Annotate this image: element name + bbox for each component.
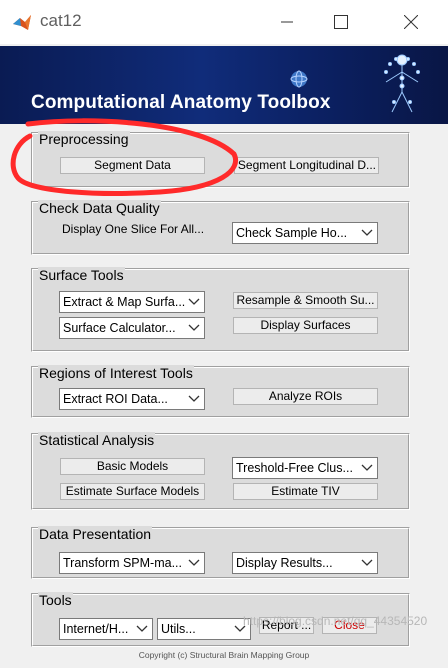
chevron-down-icon bbox=[184, 553, 204, 573]
panel-title-roi: Regions of Interest Tools bbox=[38, 365, 194, 381]
close-icon bbox=[404, 15, 418, 29]
basic-models-button[interactable]: Basic Models bbox=[60, 458, 205, 475]
transform-spm-value: Transform SPM-ma... bbox=[63, 556, 182, 570]
chevron-down-icon bbox=[184, 292, 204, 312]
minimize-icon bbox=[281, 21, 293, 23]
brain-figure-logo bbox=[384, 54, 420, 113]
display-results-dropdown[interactable]: Display Results... bbox=[232, 552, 378, 574]
chevron-down-icon bbox=[132, 619, 152, 639]
close-window-button[interactable] bbox=[388, 0, 434, 44]
internet-help-value: Internet/H... bbox=[63, 622, 129, 636]
panel-roi-tools: Regions of Interest Tools Extract ROI Da… bbox=[31, 365, 410, 418]
chevron-down-icon bbox=[357, 553, 377, 573]
chevron-down-icon bbox=[357, 223, 377, 243]
transform-spm-dropdown[interactable]: Transform SPM-ma... bbox=[59, 552, 205, 574]
panel-statistical-analysis: Statistical Analysis Basic Models Tresho… bbox=[31, 432, 410, 510]
utils-value: Utils... bbox=[161, 622, 196, 636]
chevron-down-icon bbox=[357, 458, 377, 478]
extract-map-dropdown[interactable]: Extract & Map Surfa... bbox=[59, 291, 205, 313]
surface-calculator-dropdown[interactable]: Surface Calculator... bbox=[59, 317, 205, 339]
tfce-value: Treshold-Free Clus... bbox=[236, 461, 353, 475]
globe-icon bbox=[290, 70, 308, 88]
chevron-down-icon bbox=[184, 389, 204, 409]
check-sample-dropdown[interactable]: Check Sample Ho... bbox=[232, 222, 378, 244]
utils-dropdown[interactable]: Utils... bbox=[157, 618, 251, 640]
copyright-text: Copyright (c) Structural Brain Mapping G… bbox=[138, 650, 310, 660]
banner-title: Computational Anatomy Toolbox bbox=[31, 92, 331, 113]
panel-surface-tools: Surface Tools Extract & Map Surfa... Res… bbox=[31, 267, 410, 352]
display-one-slice-button[interactable]: Display One Slice For All... bbox=[60, 221, 205, 238]
title-bar: cat12 bbox=[0, 0, 448, 44]
maximize-button[interactable] bbox=[318, 0, 364, 44]
panel-data-presentation: Data Presentation Transform SPM-ma... Di… bbox=[31, 526, 410, 579]
segment-longitudinal-button[interactable]: Segment Longitudinal D... bbox=[234, 157, 379, 174]
window-title: cat12 bbox=[40, 11, 82, 30]
chevron-down-icon bbox=[184, 318, 204, 338]
estimate-tiv-button[interactable]: Estimate TIV bbox=[233, 483, 378, 500]
extract-map-value: Extract & Map Surfa... bbox=[63, 295, 186, 309]
surface-calculator-value: Surface Calculator... bbox=[63, 321, 176, 335]
header-banner: Computational Anatomy Toolbox bbox=[0, 46, 448, 124]
panel-title-tools: Tools bbox=[38, 592, 73, 608]
extract-roi-value: Extract ROI Data... bbox=[63, 392, 168, 406]
panel-title-presentation: Data Presentation bbox=[38, 526, 153, 542]
extract-roi-dropdown[interactable]: Extract ROI Data... bbox=[59, 388, 205, 410]
estimate-surface-models-button[interactable]: Estimate Surface Models bbox=[60, 483, 205, 500]
resample-smooth-button[interactable]: Resample & Smooth Su... bbox=[233, 292, 378, 309]
matlab-icon bbox=[13, 15, 31, 30]
panel-title-stats: Statistical Analysis bbox=[38, 432, 156, 448]
red-annotation-circle bbox=[10, 118, 238, 196]
internet-help-dropdown[interactable]: Internet/H... bbox=[59, 618, 153, 640]
panel-title-quality: Check Data Quality bbox=[38, 200, 161, 216]
check-sample-value: Check Sample Ho... bbox=[236, 226, 348, 240]
tfce-dropdown[interactable]: Treshold-Free Clus... bbox=[232, 457, 378, 479]
watermark-text: https://blog.csdn.net/qq_44354520 bbox=[243, 614, 428, 628]
display-surfaces-button[interactable]: Display Surfaces bbox=[233, 317, 378, 334]
minimize-button[interactable] bbox=[264, 0, 310, 44]
analyze-rois-button[interactable]: Analyze ROIs bbox=[233, 388, 378, 405]
panel-title-surface: Surface Tools bbox=[38, 267, 125, 283]
maximize-icon bbox=[334, 15, 348, 29]
panel-check-data-quality: Check Data Quality Display One Slice For… bbox=[31, 200, 410, 255]
display-results-value: Display Results... bbox=[236, 556, 333, 570]
